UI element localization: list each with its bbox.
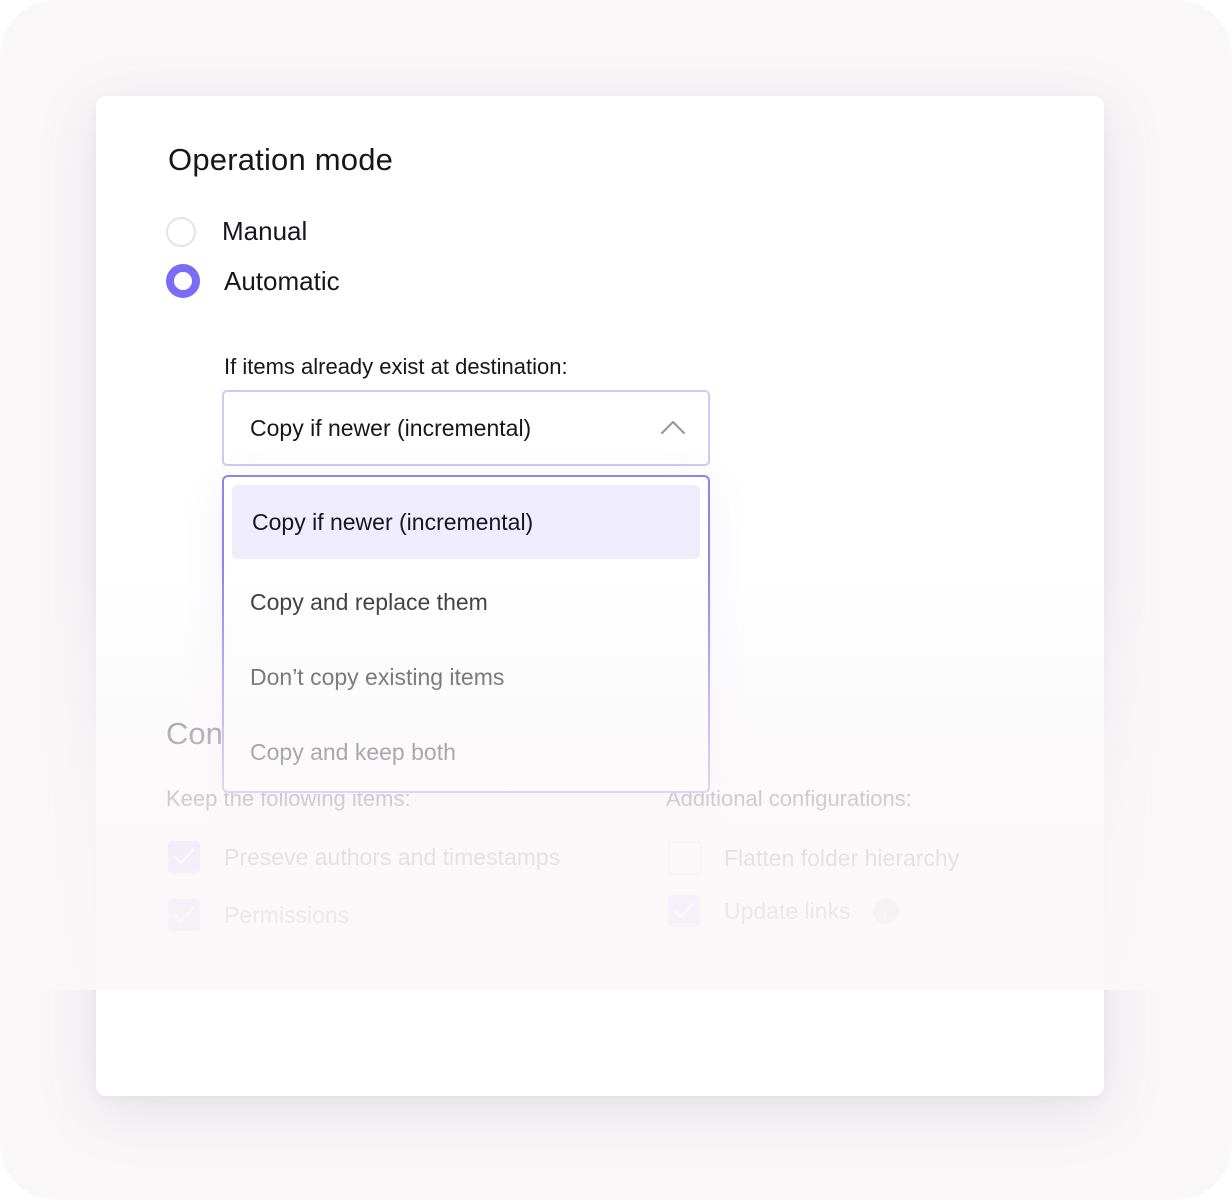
settings-card: Operation mode Manual Automatic If items… bbox=[96, 96, 1104, 1096]
radio-label-automatic: Automatic bbox=[224, 265, 340, 296]
dropdown-option-copy-and-keep-both[interactable]: Copy and keep both bbox=[250, 739, 456, 766]
checkbox-label-permissions: Permissions bbox=[224, 901, 350, 928]
radio-label-manual: Manual bbox=[222, 216, 308, 246]
check-icon bbox=[673, 902, 695, 919]
info-icon[interactable]: i bbox=[872, 898, 899, 924]
radio-button-manual[interactable] bbox=[166, 216, 196, 247]
dropdown-option-dont-copy[interactable]: Don’t copy existing items bbox=[250, 664, 504, 691]
checkbox-row-permissions[interactable]: Permissions bbox=[168, 899, 349, 931]
radio-button-automatic[interactable] bbox=[166, 264, 200, 298]
checkbox-label-update-links: Update links bbox=[724, 897, 851, 924]
conflict-field-label: If items already exist at destination: bbox=[224, 354, 568, 379]
checkbox-label-preserve-authors: Preseve authors and timestamps bbox=[224, 843, 561, 870]
app-frame: Operation mode Manual Automatic If items… bbox=[0, 0, 1232, 1200]
operation-mode-title: Operation mode bbox=[168, 142, 394, 177]
checkbox-permissions[interactable] bbox=[168, 899, 200, 931]
configuration-title: Con bbox=[166, 716, 223, 751]
check-icon bbox=[173, 906, 195, 923]
checkbox-row-update-links[interactable]: Update links i bbox=[668, 895, 899, 927]
checkbox-row-flatten[interactable]: Flatten folder hierarchy bbox=[668, 841, 959, 875]
dropdown-option-copy-and-replace[interactable]: Copy and replace them bbox=[250, 589, 488, 616]
chevron-up-icon[interactable] bbox=[660, 418, 686, 436]
check-icon bbox=[173, 848, 195, 865]
conflict-dropdown-menu: Copy if newer (incremental) Copy and rep… bbox=[222, 475, 710, 793]
radio-option-automatic[interactable]: Automatic bbox=[166, 264, 340, 298]
conflict-select[interactable]: Copy if newer (incremental) bbox=[222, 390, 710, 466]
dropdown-option-copy-if-newer[interactable]: Copy if newer (incremental) bbox=[232, 485, 700, 559]
checkbox-row-preserve-authors[interactable]: Preseve authors and timestamps bbox=[168, 841, 560, 873]
checkbox-update-links[interactable] bbox=[668, 895, 700, 927]
conflict-select-value: Copy if newer (incremental) bbox=[250, 414, 532, 441]
checkbox-flatten-hierarchy[interactable] bbox=[668, 841, 702, 875]
checkbox-preserve-authors[interactable] bbox=[168, 841, 200, 873]
radio-option-manual[interactable]: Manual bbox=[166, 216, 307, 247]
checkbox-label-flatten: Flatten folder hierarchy bbox=[724, 844, 960, 871]
